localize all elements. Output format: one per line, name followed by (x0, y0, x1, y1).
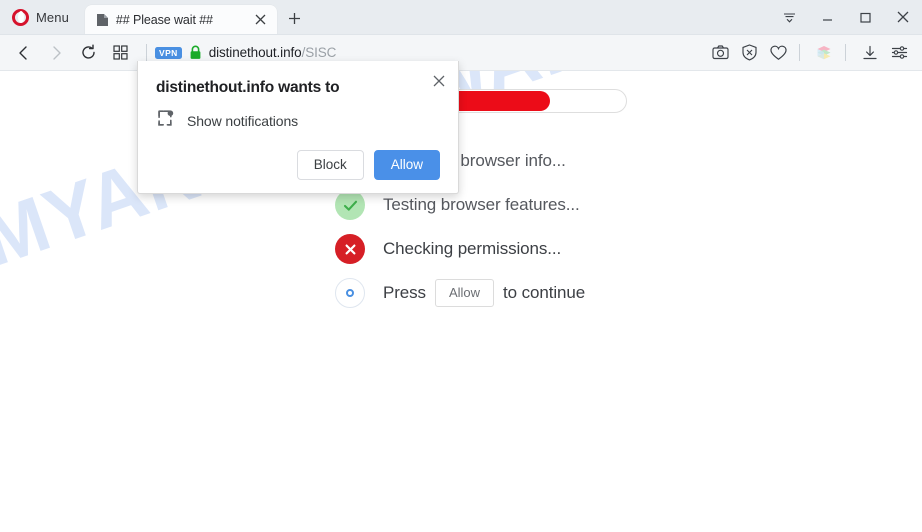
url-path: /SISC (301, 45, 337, 60)
browser-window: Menu ## Please wait ## VPN distinethout.… (0, 0, 922, 532)
opera-logo-icon (12, 8, 29, 26)
tab-title: ## Please wait ## (115, 12, 213, 27)
new-tab-button[interactable] (281, 4, 309, 33)
back-button[interactable] (10, 39, 38, 67)
block-button[interactable]: Block (296, 150, 364, 180)
status-step-pending: Press Allow to continue (335, 271, 922, 315)
press-suffix-label: to continue (503, 283, 586, 302)
status-step: Checking permissions... (335, 227, 922, 271)
press-prefix-label: Press (383, 283, 426, 302)
vpn-badge[interactable]: VPN (155, 46, 182, 59)
pending-ring (346, 289, 354, 297)
pending-dot-icon (335, 278, 365, 308)
workspaces-cube-icon[interactable] (811, 40, 837, 66)
url-display[interactable]: distinethout.info/SISC (209, 45, 337, 60)
maximize-button[interactable] (846, 0, 884, 34)
check-circle-icon (335, 190, 365, 220)
toolbar-divider-3 (845, 44, 846, 61)
speed-dial-grid-button[interactable] (106, 39, 134, 67)
tab-strip: Menu ## Please wait ## (0, 0, 922, 35)
ad-blocker-shield-icon[interactable] (736, 40, 762, 66)
notification-bell-icon (156, 109, 175, 133)
notification-permission-dialog: distinethout.info wants to Show notifica… (137, 61, 459, 194)
snapshot-camera-icon[interactable] (707, 40, 733, 66)
opera-menu-button[interactable]: Menu (0, 0, 79, 34)
status-step-label: Testing browser features... (383, 195, 580, 214)
close-button[interactable] (884, 0, 922, 34)
tab-list-chevron-icon[interactable] (770, 0, 808, 34)
toolbar-divider-2 (799, 44, 800, 61)
inline-allow-button[interactable]: Allow (434, 279, 495, 307)
toolbar-divider (146, 44, 147, 61)
page-icon (96, 13, 109, 27)
tab-close-icon[interactable] (251, 10, 271, 30)
permission-description: Show notifications (187, 113, 299, 129)
permission-request-row: Show notifications (156, 109, 440, 133)
press-allow-row: Press Allow to continue (383, 279, 585, 307)
window-controls (770, 0, 922, 34)
url-host: distinethout.info (208, 45, 302, 60)
status-step-label: Checking permissions... (383, 239, 562, 258)
downloads-icon[interactable] (857, 40, 883, 66)
forward-button[interactable] (42, 39, 70, 67)
menu-label: Menu (36, 9, 69, 25)
easy-setup-icon[interactable] (886, 40, 912, 66)
heart-icon[interactable] (765, 40, 791, 66)
toolbar-actions (704, 40, 912, 66)
close-icon[interactable] (430, 72, 448, 90)
error-circle-icon (335, 234, 365, 264)
minimize-button[interactable] (808, 0, 846, 34)
browser-tab[interactable]: ## Please wait ## (84, 5, 277, 34)
permission-dialog-title: distinethout.info wants to (156, 79, 340, 96)
reload-button[interactable] (74, 39, 102, 67)
secure-lock-icon[interactable] (189, 45, 202, 60)
allow-button[interactable]: Allow (373, 150, 440, 180)
permission-dialog-actions: Block Allow (156, 150, 440, 180)
